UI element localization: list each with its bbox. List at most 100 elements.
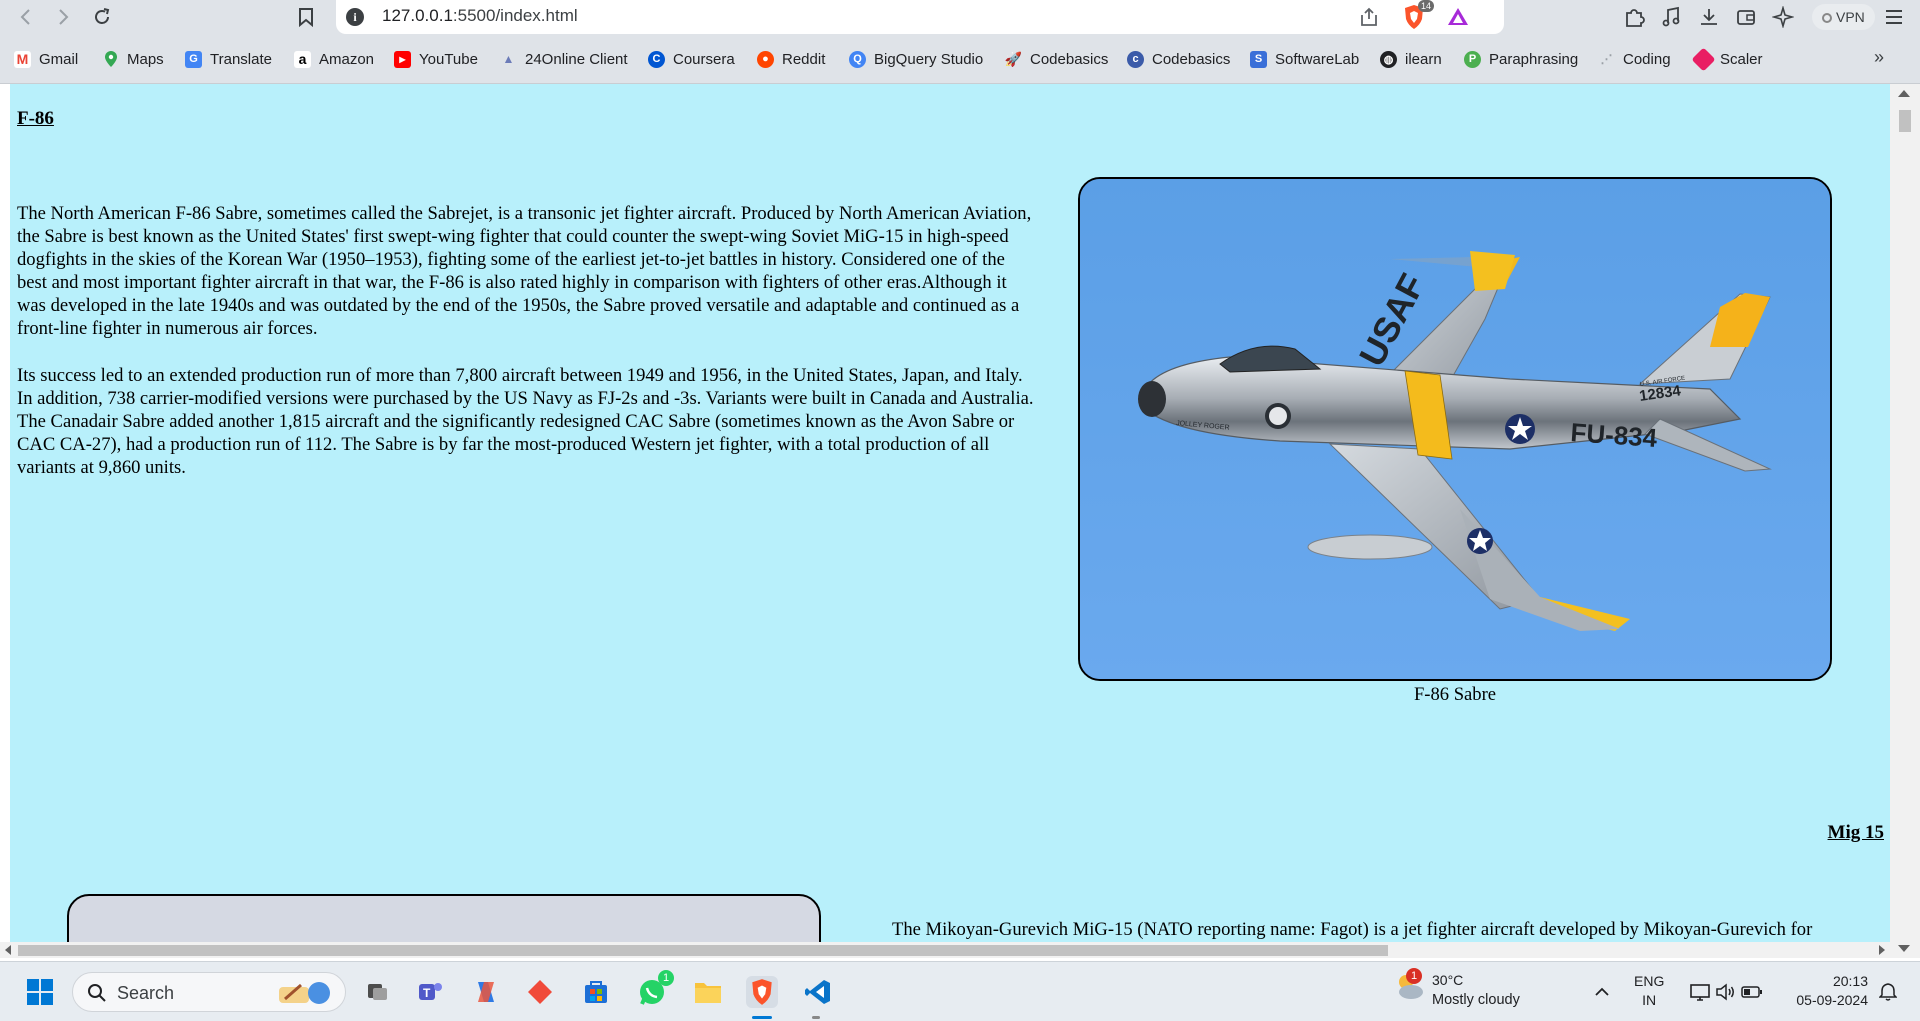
forward-button[interactable]: [49, 3, 77, 31]
whatsapp-badge: 1: [658, 970, 674, 986]
f86-sabre-image: USAF FU-834 12834 U.S. AIR FORCE JOLLEY …: [1078, 177, 1832, 681]
bookmark-coding[interactable]: ⋰ Coding: [1598, 49, 1671, 69]
softwarelab-icon: S: [1250, 50, 1267, 68]
horizontal-scroll-thumb[interactable]: [18, 945, 1388, 956]
coursera-icon: C: [648, 50, 665, 68]
vpn-button[interactable]: VPN: [1812, 4, 1875, 30]
bookmark-youtube[interactable]: ▶ YouTube: [394, 49, 478, 69]
scroll-down-arrow-icon[interactable]: [1898, 945, 1910, 952]
bigquery-icon: Q: [849, 50, 866, 68]
store-icon: [585, 981, 607, 1003]
temperature: 30°C: [1432, 972, 1464, 988]
bookmark-label: 24Online Client: [525, 50, 628, 68]
bookmark-softwarelab[interactable]: S SoftwareLab: [1250, 49, 1359, 69]
url-text[interactable]: 127.0.0.1:5500/index.html: [382, 6, 578, 26]
mig15-image-frame: [67, 894, 821, 942]
bookmark-codebasics-1[interactable]: 🚀 Codebasics: [1005, 49, 1109, 69]
forward-arrow-icon: [59, 9, 69, 25]
back-button[interactable]: [12, 3, 40, 31]
windows-logo-icon: [27, 979, 53, 1005]
scroll-left-arrow-icon[interactable]: [5, 945, 11, 955]
bookmark-ilearn[interactable]: ◍ ilearn: [1380, 49, 1442, 69]
codebasics-icon: c: [1127, 50, 1144, 68]
translate-icon: G: [185, 50, 202, 68]
bookmark-label: Codebasics: [1030, 50, 1109, 68]
f86-paragraph-1: The North American F-86 Sabre, sometimes…: [17, 203, 1032, 339]
weather-description: Mostly cloudy: [1432, 992, 1520, 1008]
bookmark-bigquery[interactable]: Q BigQuery Studio: [849, 49, 983, 69]
show-hidden-icons-button[interactable]: [1586, 976, 1618, 1008]
reddit-icon: ●: [757, 50, 774, 68]
task-view-button[interactable]: [362, 976, 394, 1008]
start-button[interactable]: [24, 976, 56, 1008]
bell-icon: [1879, 983, 1897, 1001]
brave-rewards-icon[interactable]: [1446, 5, 1470, 29]
gmail-icon: M: [14, 50, 31, 68]
vscode-icon: [805, 980, 830, 1004]
teams-button[interactable]: T: [414, 976, 446, 1008]
bookmark-label: ilearn: [1405, 50, 1442, 68]
bookmark-translate[interactable]: G Translate: [185, 49, 272, 69]
bookmark-24online[interactable]: ▲ 24Online Client: [500, 49, 628, 69]
scroll-up-arrow-icon[interactable]: [1898, 90, 1910, 97]
file-explorer-button[interactable]: [692, 976, 724, 1008]
battery-button[interactable]: [1736, 976, 1768, 1008]
bookmark-label: Gmail: [39, 50, 79, 68]
vpn-status-icon: [1822, 13, 1832, 23]
taskbar-search[interactable]: Search: [72, 972, 346, 1012]
bookmark-reddit[interactable]: ● Reddit: [757, 49, 825, 69]
horizontal-scrollbar[interactable]: [0, 942, 1890, 958]
language-code: ENG: [1634, 973, 1665, 989]
notifications-button[interactable]: [1872, 976, 1904, 1008]
address-bar[interactable]: i 127.0.0.1:5500/index.html 14: [336, 0, 1504, 34]
speaker-icon: [1716, 983, 1734, 1001]
brave-taskbar-button[interactable]: [746, 976, 778, 1008]
scroll-right-arrow-icon[interactable]: [1879, 945, 1885, 955]
share-icon[interactable]: [1358, 6, 1380, 28]
bookmark-icon: [299, 8, 313, 27]
weather-widget[interactable]: 1 30°C Mostly cloudy: [1392, 968, 1520, 1009]
media-music-icon[interactable]: [1659, 5, 1683, 29]
vscode-button[interactable]: [802, 976, 834, 1008]
menu-icon[interactable]: [1882, 5, 1906, 29]
bookmarks-bar: M Gmail Maps G Translate a Amazon ▶ YouTube …: [0, 34, 1920, 84]
more-bookmarks-chevron-icon[interactable]: »: [1874, 47, 1884, 68]
bookmark-gmail[interactable]: M Gmail: [14, 49, 78, 69]
search-highlight-illustration-icon: [279, 982, 330, 1004]
svg-text:T: T: [423, 986, 431, 1000]
vertical-scrollbar[interactable]: [1890, 84, 1920, 958]
microsoft-store-button[interactable]: [580, 976, 612, 1008]
folder-icon: [695, 983, 721, 1003]
downloads-icon[interactable]: [1697, 5, 1721, 29]
bookmark-maps[interactable]: Maps: [102, 49, 164, 69]
extensions-icon[interactable]: [1622, 5, 1646, 29]
mig15-heading: Mig 15: [1827, 822, 1884, 843]
bookmark-amazon[interactable]: a Amazon: [294, 49, 374, 69]
bookmark-coursera[interactable]: C Coursera: [648, 49, 735, 69]
vertical-scroll-thumb[interactable]: [1899, 110, 1911, 132]
coding-icon: ⋰: [1600, 52, 1613, 66]
clock-time: 20:13: [1832, 973, 1868, 989]
amazon-icon: a: [294, 50, 311, 68]
page-left-margin: [0, 84, 10, 958]
f86-heading: F-86: [17, 108, 54, 129]
anydo-button[interactable]: [524, 976, 556, 1008]
copilot-button[interactable]: [470, 976, 502, 1008]
language-indicator[interactable]: ENG IN: [1634, 972, 1664, 1010]
system-clock[interactable]: 20:13 05-09-2024: [1776, 972, 1868, 1010]
reload-button[interactable]: [88, 3, 116, 31]
bookmark-codebasics-2[interactable]: c Codebasics: [1127, 49, 1230, 69]
bookmark-paraphrasing[interactable]: P Paraphrasing: [1464, 49, 1578, 69]
whatsapp-button[interactable]: 1: [636, 970, 674, 1008]
ilearn-icon: ◍: [1380, 50, 1397, 68]
bookmark-scaler[interactable]: Scaler: [1691, 46, 1763, 72]
bookmark-label: Coding: [1623, 50, 1671, 68]
bookmark-page-button[interactable]: [292, 3, 320, 31]
windows-taskbar: Search T 1 1 30°C Mostly cloudy ENG IN 2…: [0, 961, 1920, 1021]
bookmark-label: Paraphrasing: [1489, 50, 1579, 68]
region-code: IN: [1642, 992, 1657, 1008]
wallet-icon[interactable]: [1734, 5, 1758, 29]
site-info-icon[interactable]: i: [346, 8, 364, 26]
brave-shields-count: 14: [1417, 0, 1434, 12]
leo-ai-icon[interactable]: [1771, 5, 1795, 29]
